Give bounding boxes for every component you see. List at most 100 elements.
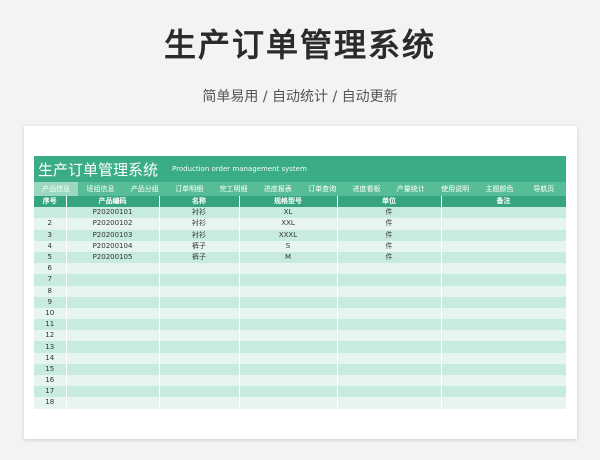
table-cell[interactable]: P20200105 xyxy=(66,251,160,264)
table-cell[interactable]: 10 xyxy=(34,307,67,320)
table-cell[interactable] xyxy=(441,386,567,398)
table-cell[interactable] xyxy=(159,263,240,275)
table-cell[interactable] xyxy=(159,274,240,286)
table-cell[interactable] xyxy=(34,207,67,219)
table-cell[interactable]: P20200101 xyxy=(66,207,160,219)
table-cell[interactable] xyxy=(337,363,442,375)
table-cell[interactable] xyxy=(337,352,442,364)
table-cell[interactable]: 16 xyxy=(34,375,67,387)
table-cell[interactable]: XXL xyxy=(239,218,338,230)
table-cell[interactable] xyxy=(239,263,338,275)
table-cell[interactable] xyxy=(66,263,160,275)
table-cell[interactable]: XL xyxy=(239,207,338,219)
table-cell[interactable] xyxy=(337,296,442,308)
table-cell[interactable] xyxy=(66,274,160,286)
table-cell[interactable]: 12 xyxy=(34,330,67,342)
table-cell[interactable] xyxy=(159,386,240,398)
table-cell[interactable] xyxy=(239,330,338,342)
table-cell[interactable] xyxy=(66,330,160,342)
table-cell[interactable] xyxy=(66,375,160,387)
table-cell[interactable] xyxy=(239,319,338,331)
tab-1[interactable]: 班组信息 xyxy=(78,182,122,196)
table-cell[interactable]: 5 xyxy=(34,251,67,264)
table-cell[interactable]: 14 xyxy=(34,352,67,364)
table-cell[interactable] xyxy=(66,307,160,320)
table-cell[interactable] xyxy=(66,352,160,364)
table-cell[interactable] xyxy=(441,251,567,264)
table-cell[interactable] xyxy=(239,296,338,308)
table-cell[interactable]: 4 xyxy=(34,240,67,252)
table-cell[interactable] xyxy=(239,363,338,375)
table-cell[interactable] xyxy=(239,397,338,409)
table-cell[interactable] xyxy=(441,285,567,297)
table-cell[interactable]: 件 xyxy=(337,251,442,264)
table-cell[interactable] xyxy=(66,363,160,375)
tab-2[interactable]: 产品分组 xyxy=(123,182,167,196)
table-cell[interactable] xyxy=(66,397,160,409)
table-cell[interactable] xyxy=(441,319,567,331)
table-cell[interactable] xyxy=(159,330,240,342)
table-cell[interactable] xyxy=(337,386,442,398)
tab-0[interactable]: 产品信息 xyxy=(34,182,79,196)
table-cell[interactable]: 2 xyxy=(34,218,67,230)
table-cell[interactable]: M xyxy=(239,251,338,264)
table-cell[interactable] xyxy=(441,341,567,353)
table-cell[interactable]: 裤子 xyxy=(159,251,240,264)
table-cell[interactable] xyxy=(441,274,567,286)
table-cell[interactable] xyxy=(441,240,567,252)
table-cell[interactable] xyxy=(239,274,338,286)
table-cell[interactable]: 3 xyxy=(34,229,67,241)
table-cell[interactable] xyxy=(159,319,240,331)
table-cell[interactable] xyxy=(441,363,567,375)
table-cell[interactable] xyxy=(159,375,240,387)
table-cell[interactable]: XXXL xyxy=(239,229,338,241)
tab-10[interactable]: 主题颜色 xyxy=(477,182,521,196)
table-cell[interactable]: 6 xyxy=(34,263,67,275)
table-cell[interactable] xyxy=(159,397,240,409)
table-cell[interactable] xyxy=(441,307,567,320)
table-cell[interactable] xyxy=(337,307,442,320)
table-cell[interactable]: 8 xyxy=(34,285,67,297)
table-cell[interactable]: 衬衫 xyxy=(159,218,240,230)
tab-3[interactable]: 订单明细 xyxy=(167,182,211,196)
table-cell[interactable] xyxy=(159,296,240,308)
table-cell[interactable] xyxy=(66,296,160,308)
table-cell[interactable] xyxy=(337,285,442,297)
table-cell[interactable] xyxy=(239,386,338,398)
tab-9[interactable]: 使用说明 xyxy=(433,182,477,196)
table-cell[interactable] xyxy=(441,296,567,308)
table-cell[interactable]: P20200104 xyxy=(66,240,160,252)
table-cell[interactable]: 17 xyxy=(34,386,67,398)
tab-11[interactable]: 导航页 xyxy=(522,182,566,196)
table-cell[interactable] xyxy=(337,375,442,387)
table-cell[interactable] xyxy=(337,330,442,342)
table-cell[interactable]: P20200103 xyxy=(66,229,160,241)
table-cell[interactable] xyxy=(337,341,442,353)
table-cell[interactable]: 11 xyxy=(34,319,67,331)
table-cell[interactable] xyxy=(337,397,442,409)
tab-5[interactable]: 进度报表 xyxy=(256,182,300,196)
table-cell[interactable]: 裤子 xyxy=(159,240,240,252)
table-cell[interactable]: 件 xyxy=(337,207,442,219)
tab-7[interactable]: 进度看板 xyxy=(344,182,388,196)
table-cell[interactable] xyxy=(441,352,567,364)
table-cell[interactable] xyxy=(239,375,338,387)
tab-8[interactable]: 产量统计 xyxy=(389,182,433,196)
table-cell[interactable]: 件 xyxy=(337,218,442,230)
table-cell[interactable] xyxy=(66,285,160,297)
table-cell[interactable] xyxy=(159,307,240,320)
table-cell[interactable] xyxy=(441,330,567,342)
table-cell[interactable] xyxy=(337,263,442,275)
table-cell[interactable] xyxy=(66,386,160,398)
table-cell[interactable] xyxy=(66,341,160,353)
table-cell[interactable] xyxy=(337,274,442,286)
table-cell[interactable]: 7 xyxy=(34,274,67,286)
table-cell[interactable] xyxy=(159,341,240,353)
table-cell[interactable]: 件 xyxy=(337,240,442,252)
table-cell[interactable]: P20200102 xyxy=(66,218,160,230)
table-cell[interactable]: 9 xyxy=(34,296,67,308)
table-cell[interactable] xyxy=(441,207,567,219)
table-cell[interactable] xyxy=(441,218,567,230)
table-cell[interactable] xyxy=(441,229,567,241)
table-cell[interactable] xyxy=(239,352,338,364)
